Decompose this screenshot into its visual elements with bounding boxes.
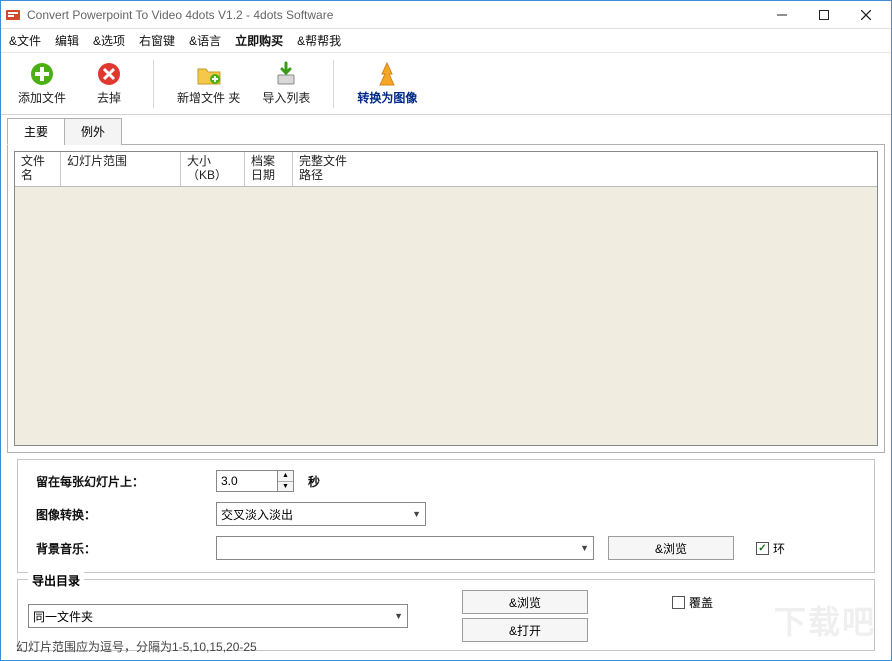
- import-icon: [273, 61, 299, 87]
- stay-unit-label: 秒: [308, 473, 320, 490]
- stay-per-slide-input[interactable]: [216, 470, 278, 492]
- menu-buy-now[interactable]: 立即购买: [235, 32, 283, 49]
- stay-per-slide-label: 留在每张幻灯片上：: [36, 473, 216, 490]
- slide-settings-group: 留在每张幻灯片上： ▲ ▼ 秒 图像转换： 交叉淡入淡出 ▼ 背景音乐： ▼: [17, 459, 875, 573]
- import-list-button[interactable]: 导入列表: [255, 56, 317, 111]
- window-title: Convert Powerpoint To Video 4dots V1.2 -…: [27, 8, 761, 22]
- maximize-button[interactable]: [803, 2, 845, 28]
- grid-header-row: 文件名 幻灯片范围 大小（KB） 档案日期 完整文件路径: [15, 152, 877, 187]
- menu-options[interactable]: &选项: [93, 32, 125, 49]
- chevron-down-icon: ▼: [394, 611, 403, 621]
- minimize-button[interactable]: [761, 2, 803, 28]
- status-hint: 幻灯片范围应为逗号，分隔为1-5,10,15,20-25: [16, 638, 257, 655]
- col-size[interactable]: 大小（KB）: [181, 152, 245, 186]
- minimize-icon: [777, 10, 787, 20]
- add-files-button[interactable]: 添加文件: [11, 56, 73, 111]
- toolbar-separator-2: [333, 60, 334, 108]
- close-icon: [861, 10, 871, 20]
- output-browse-button[interactable]: &浏览: [462, 590, 588, 614]
- spin-up-button[interactable]: ▲: [278, 471, 293, 482]
- col-filename[interactable]: 文件名: [15, 152, 61, 186]
- chevron-down-icon: ▼: [580, 543, 589, 553]
- checkbox-unchecked-icon: [672, 596, 685, 609]
- chevron-down-icon: ▼: [412, 509, 421, 519]
- transition-combo[interactable]: 交叉淡入淡出 ▼: [216, 502, 426, 526]
- transition-label: 图像转换：: [36, 506, 216, 523]
- menu-help[interactable]: &帮帮我: [297, 32, 341, 49]
- menu-file[interactable]: &文件: [9, 32, 41, 49]
- menu-hotkeys[interactable]: 右窗键: [139, 32, 175, 49]
- new-folder-button[interactable]: 新增文件 夹: [170, 56, 247, 111]
- remove-label: 去掉: [97, 89, 121, 106]
- remove-button[interactable]: 去掉: [81, 56, 137, 111]
- import-list-label: 导入列表: [262, 89, 310, 106]
- checkbox-checked-icon: ✓: [756, 542, 769, 555]
- toolbar-separator: [153, 60, 154, 108]
- col-slide-range[interactable]: 幻灯片范围: [61, 152, 181, 186]
- output-folder-combo[interactable]: 同一文件夹 ▼: [28, 604, 408, 628]
- menubar: &文件 编辑 &选项 右窗键 &语言 立即购买 &帮帮我: [1, 29, 891, 53]
- loop-checkbox[interactable]: ✓ 环: [756, 540, 785, 557]
- maximize-icon: [819, 10, 829, 20]
- output-folder-value: 同一文件夹: [33, 608, 93, 625]
- menu-edit[interactable]: 编辑: [55, 32, 79, 49]
- overwrite-label: 覆盖: [689, 594, 713, 611]
- app-icon: [5, 7, 21, 23]
- convert-to-image-button[interactable]: 转换为图像: [350, 56, 424, 111]
- remove-icon: [96, 61, 122, 87]
- col-archive-date[interactable]: 档案日期: [245, 152, 293, 186]
- close-button[interactable]: [845, 2, 887, 28]
- folder-add-icon: [196, 61, 222, 87]
- add-files-label: 添加文件: [18, 89, 66, 106]
- toolbar: 添加文件 去掉 新增文件 夹 导入列表 转换为图像: [1, 53, 891, 115]
- new-folder-label: 新增文件 夹: [177, 89, 240, 106]
- tab-strip: 主要 例外: [7, 117, 885, 145]
- output-open-button[interactable]: &打开: [462, 618, 588, 642]
- add-icon: [29, 61, 55, 87]
- tab-main[interactable]: 主要: [7, 118, 65, 145]
- tab-exceptions[interactable]: 例外: [64, 118, 122, 145]
- file-grid[interactable]: 文件名 幻灯片范围 大小（KB） 档案日期 完整文件路径: [14, 151, 878, 446]
- tab-panel-main: 文件名 幻灯片范围 大小（KB） 档案日期 完整文件路径: [7, 145, 885, 453]
- convert-icon: [374, 61, 400, 87]
- titlebar: Convert Powerpoint To Video 4dots V1.2 -…: [1, 1, 891, 29]
- convert-label: 转换为图像: [357, 89, 417, 106]
- bgm-browse-button[interactable]: &浏览: [608, 536, 734, 560]
- output-legend: 导出目录: [28, 572, 84, 589]
- bgm-label: 背景音乐：: [36, 540, 216, 557]
- spin-down-button[interactable]: ▼: [278, 482, 293, 492]
- menu-language[interactable]: &语言: [189, 32, 221, 49]
- stay-spinner: ▲ ▼: [278, 470, 294, 492]
- bgm-combo[interactable]: ▼: [216, 536, 594, 560]
- overwrite-checkbox[interactable]: 覆盖: [672, 594, 713, 611]
- loop-label: 环: [773, 540, 785, 557]
- transition-value: 交叉淡入淡出: [221, 506, 293, 523]
- col-full-path[interactable]: 完整文件路径: [293, 152, 353, 186]
